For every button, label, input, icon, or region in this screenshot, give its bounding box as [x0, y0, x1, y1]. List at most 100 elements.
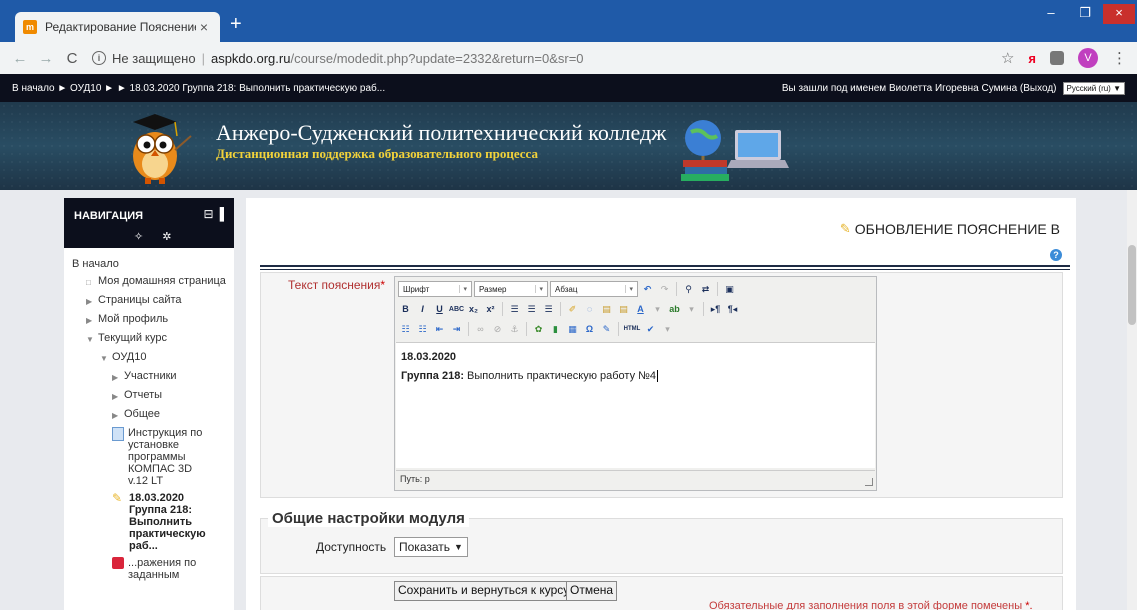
browser-menu-icon[interactable]: ⋮	[1112, 49, 1127, 67]
nav-item-current-course[interactable]: ▼ Текущий курс	[72, 332, 228, 346]
expand-arrow-icon[interactable]: ▶	[86, 296, 98, 308]
replace-icon[interactable]: ⇄	[698, 281, 713, 297]
outdent-icon[interactable]: ⇤	[432, 321, 447, 337]
format-select-label: Абзац	[555, 284, 578, 294]
expand-arrow-icon[interactable]: ▶	[112, 391, 124, 403]
collapse-arrow-icon[interactable]: ▼	[86, 334, 98, 346]
bullet-list-icon[interactable]: ☷	[398, 321, 413, 337]
undo-icon[interactable]: ↶	[640, 281, 655, 297]
indent-icon[interactable]: ⇥	[449, 321, 464, 337]
link-icon[interactable]: ∞	[473, 321, 488, 337]
divider	[260, 269, 1070, 270]
clean-icon[interactable]: ✐	[565, 301, 580, 317]
nav-item-my-home[interactable]: □ Моя домашняя страница	[72, 275, 228, 289]
align-right-icon[interactable]: ☰	[541, 301, 556, 317]
unlink-icon[interactable]: ⊘	[490, 321, 505, 337]
nav-item-site-pages[interactable]: ▶ Страницы сайта	[72, 294, 228, 308]
nav-item-course[interactable]: ▼ ОУД10	[72, 351, 228, 365]
nav-item-participants[interactable]: ▶ Участники	[72, 370, 228, 384]
info-icon[interactable]: i	[92, 51, 106, 65]
collapse-arrow-icon[interactable]: ▼	[100, 353, 112, 365]
scrollbar-thumb[interactable]	[1128, 245, 1136, 325]
page-title-text: ОБНОВЛЕНИЕ ПОЯСНЕНИЕ В	[854, 221, 1060, 237]
new-tab-button[interactable]: +	[230, 14, 242, 34]
spellcheck-icon[interactable]: ✔	[643, 321, 658, 337]
nav-item-current-label[interactable]: ✎ 18.03.2020 Группа 218: Выполнить практ…	[72, 492, 228, 552]
language-select[interactable]: Русский (ru) ▼	[1062, 81, 1125, 95]
bookmark-star-icon[interactable]: ☆	[1001, 49, 1014, 67]
dropdown-arrow-icon[interactable]: ▾	[684, 301, 699, 317]
underline-icon[interactable]: U	[432, 301, 447, 317]
nav-item-assignment[interactable]: ...ражения по заданным	[72, 557, 228, 581]
back-button[interactable]: ←	[10, 50, 30, 67]
html-icon[interactable]: HTML	[623, 321, 641, 337]
edit-icon[interactable]: ✎	[599, 321, 614, 337]
forward-button[interactable]: →	[36, 50, 56, 67]
dropdown-arrow-icon[interactable]: ▾	[650, 301, 665, 317]
profile-avatar[interactable]: V	[1078, 48, 1098, 68]
breadcrumb[interactable]: В начало ► ОУД10 ► ► 18.03.2020 Группа 2…	[12, 83, 385, 94]
content-task: Выполнить практическую работу №4	[464, 370, 657, 382]
size-select[interactable]: Размер ▾	[474, 281, 548, 297]
availability-select[interactable]: Показать ▼	[394, 537, 468, 557]
login-info[interactable]: Вы зашли под именем Виолетта Игоревна Су…	[782, 83, 1057, 94]
nav-item-general[interactable]: ▶ Общее	[72, 408, 228, 422]
fullscreen-icon[interactable]: ▣	[722, 281, 737, 297]
expand-arrow-icon[interactable]: ▶	[112, 410, 124, 422]
nav-label: Мой профиль	[98, 313, 169, 325]
erase-icon[interactable]: ◌	[582, 301, 597, 317]
field-label: Текст пояснения	[288, 278, 381, 292]
strikethrough-icon[interactable]: ABC	[449, 301, 464, 317]
editor-content-area[interactable]: 18.03.2020 Группа 218: Выполнить практич…	[396, 342, 875, 468]
toolbar-row-1: Шрифт ▾ Размер ▾ Абзац ▾ ↶ ↷ ⚲ ⇄ ▣	[398, 279, 737, 299]
block-dock-icons[interactable]: ⊟▐	[203, 207, 226, 221]
block-tools-icons[interactable]: ✧ ✲	[134, 230, 180, 243]
subscript-icon[interactable]: x₂	[466, 301, 481, 317]
anchor-icon[interactable]: ⚓	[507, 321, 522, 337]
numbered-list-icon[interactable]: ☷	[415, 321, 430, 337]
url-input[interactable]: i Не защищено | aspkdo.org.ru /course/mo…	[92, 46, 991, 70]
window-close-button[interactable]: ×	[1103, 4, 1135, 24]
nav-item-instruction[interactable]: Инструкция по установке программы КОМПАС…	[72, 427, 222, 487]
expand-arrow-icon[interactable]: ▶	[86, 315, 98, 327]
nav-item-reports[interactable]: ▶ Отчеты	[72, 389, 228, 403]
paste-word-icon[interactable]: ▤	[616, 301, 631, 317]
browser-tab[interactable]: m Редактирование Пояснение ×	[15, 12, 220, 42]
superscript-icon[interactable]: x²	[483, 301, 498, 317]
minimize-button[interactable]: –	[1035, 4, 1067, 24]
media-icon[interactable]: ▮	[548, 321, 563, 337]
resize-grip-icon[interactable]	[865, 478, 873, 486]
cancel-button[interactable]: Отмена	[566, 581, 618, 601]
image-icon[interactable]: ✿	[531, 321, 546, 337]
maximize-button[interactable]: ❐	[1069, 4, 1101, 24]
redo-icon[interactable]: ↷	[657, 281, 672, 297]
ltr-icon[interactable]: ▸¶	[708, 301, 723, 317]
expand-arrow-icon[interactable]: ▶	[112, 372, 124, 384]
bold-icon[interactable]: B	[398, 301, 413, 317]
nav-item-home[interactable]: В начало	[72, 258, 228, 270]
save-return-button[interactable]: Сохранить и вернуться к курсу	[394, 581, 574, 601]
text-color-icon[interactable]: A	[633, 301, 648, 317]
tab-close-icon[interactable]: ×	[196, 19, 212, 35]
help-icon[interactable]: ?	[1050, 249, 1062, 261]
reload-button[interactable]: C	[62, 50, 82, 67]
special-char-icon[interactable]: Ω	[582, 321, 597, 337]
module-settings-legend[interactable]: Общие настройки модуля	[268, 510, 469, 527]
dropdown-arrow-icon[interactable]: ▾	[660, 321, 675, 337]
rtl-icon[interactable]: ¶◂	[725, 301, 740, 317]
find-icon[interactable]: ⚲	[681, 281, 696, 297]
paste-text-icon[interactable]: ▤	[599, 301, 614, 317]
yandex-icon[interactable]: я	[1028, 51, 1036, 66]
font-select[interactable]: Шрифт ▾	[398, 281, 472, 297]
site-banner: Анжеро-Судженский политехнический коллед…	[0, 102, 1137, 190]
extension-icon[interactable]	[1050, 51, 1064, 65]
nav-item-my-profile[interactable]: ▶ Мой профиль	[72, 313, 228, 327]
format-select[interactable]: Абзац ▾	[550, 281, 638, 297]
highlight-color-icon[interactable]: ab	[667, 301, 682, 317]
math-icon[interactable]: ▦	[565, 321, 580, 337]
align-center-icon[interactable]: ☰	[524, 301, 539, 317]
italic-icon[interactable]: I	[415, 301, 430, 317]
align-left-icon[interactable]: ☰	[507, 301, 522, 317]
toolbar-row-2: B I U ABC x₂ x² ☰ ☰ ☰ ✐ ◌ ▤ ▤ A ▾ ab ▾ ▸…	[398, 299, 740, 319]
required-note: Обязательные для заполнения поля в этой …	[709, 600, 1033, 610]
